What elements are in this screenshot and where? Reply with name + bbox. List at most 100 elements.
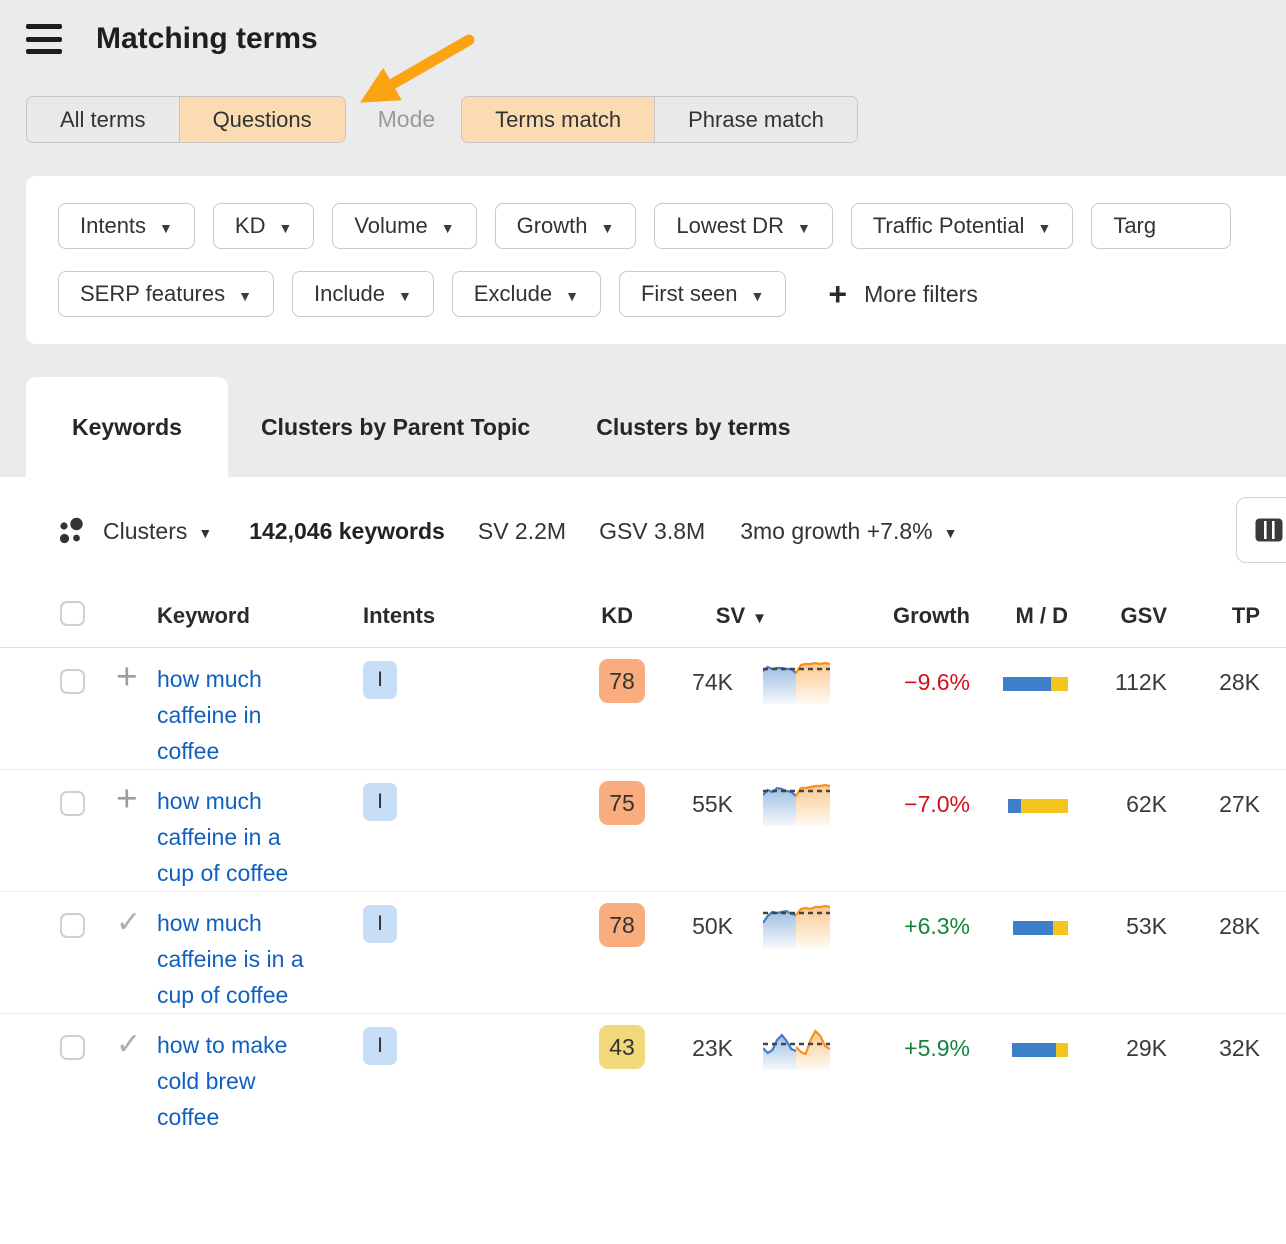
- md-desktop-segment: [1051, 677, 1068, 691]
- sv-value: 74K: [645, 648, 733, 705]
- mobile-desktop-bar: [970, 1014, 1068, 1063]
- mobile-desktop-bar: [970, 648, 1068, 697]
- view-tabs: KeywordsClusters by Parent TopicClusters…: [0, 377, 1286, 477]
- kd-badge: 78: [599, 903, 645, 947]
- md-desktop-segment: [1056, 1043, 1068, 1057]
- clusters-dropdown[interactable]: Clusters ▼: [58, 517, 212, 545]
- chevron-down-icon: ▼: [441, 220, 455, 236]
- keywords-count: 142,046 keywords: [249, 518, 445, 545]
- tp-value: 28K: [1167, 892, 1260, 949]
- row-action-icon[interactable]: ✓: [108, 1014, 157, 1062]
- filter-traffic-potential[interactable]: Traffic Potential▼: [851, 203, 1074, 249]
- filters-row-1: Intents▼ KD▼ Volume▼ Growth▼ Lowest DR▼ Traff…: [26, 203, 1286, 249]
- select-all-checkbox[interactable]: [60, 601, 85, 626]
- term-scope-toggle: All terms Questions: [26, 96, 346, 143]
- filter-growth[interactable]: Growth▼: [495, 203, 637, 249]
- sv-trend-sparkline: [733, 770, 830, 832]
- phrase-match-button[interactable]: Phrase match: [654, 97, 857, 142]
- gsv-total: GSV 3.8M: [599, 518, 705, 545]
- results-panel: Clusters ▼ 142,046 keywords SV 2.2M GSV …: [0, 477, 1286, 1244]
- table-row: + how much caffeine in a cup of coffee I…: [0, 770, 1286, 892]
- tab-keywords[interactable]: Keywords: [26, 377, 228, 477]
- more-filters-button[interactable]: + More filters: [828, 278, 977, 310]
- filter-first-seen[interactable]: First seen▼: [619, 271, 786, 317]
- sv-trend-sparkline: [733, 648, 830, 710]
- chevron-down-icon: ▼: [159, 220, 173, 236]
- growth-summary-dropdown[interactable]: 3mo growth +7.8% ▼: [740, 518, 957, 545]
- filter-kd[interactable]: KD▼: [213, 203, 314, 249]
- table-row: ✓ how to make cold brew coffee I 43 23K …: [0, 1014, 1286, 1135]
- tp-value: 28K: [1167, 648, 1260, 705]
- matching-terms-report: Matching terms All terms Questions Mode …: [0, 0, 1286, 1244]
- row-action-icon[interactable]: +: [108, 648, 157, 692]
- col-kd[interactable]: KD: [448, 603, 645, 629]
- chevron-down-icon: ▼: [601, 220, 615, 236]
- md-mobile-segment: [1013, 921, 1053, 935]
- filter-exclude[interactable]: Exclude▼: [452, 271, 601, 317]
- intent-badge[interactable]: I: [363, 661, 397, 699]
- chevron-down-icon: ▼: [751, 288, 765, 304]
- filter-intents[interactable]: Intents▼: [58, 203, 195, 249]
- table-row: + how much caffeine in coffee I 78 74K −…: [0, 648, 1286, 770]
- sv-trend-sparkline: [733, 892, 830, 954]
- col-md[interactable]: M / D: [970, 603, 1068, 629]
- report-controls: All terms Questions Mode Terms match Phr…: [26, 96, 858, 143]
- keyword-link[interactable]: how much caffeine in a cup of coffee: [157, 770, 309, 891]
- kd-badge: 75: [599, 781, 645, 825]
- keyword-link[interactable]: how much caffeine is in a cup of coffee: [157, 892, 309, 1013]
- chevron-down-icon: ▼: [944, 525, 958, 541]
- chevron-down-icon: ▼: [1037, 220, 1051, 236]
- gsv-value: 112K: [1068, 648, 1167, 705]
- columns-settings-button[interactable]: [1236, 497, 1286, 563]
- row-action-icon[interactable]: ✓: [108, 892, 157, 940]
- sv-trend-sparkline: [733, 1014, 830, 1076]
- table-row: ✓ how much caffeine is in a cup of coffe…: [0, 892, 1286, 1014]
- chevron-down-icon: ▼: [398, 288, 412, 304]
- terms-match-button[interactable]: Terms match: [462, 97, 654, 142]
- questions-button[interactable]: Questions: [179, 97, 345, 142]
- md-mobile-segment: [1008, 799, 1021, 813]
- filter-volume[interactable]: Volume▼: [332, 203, 476, 249]
- mode-label: Mode: [378, 106, 436, 133]
- sort-desc-icon: ▼: [752, 610, 767, 627]
- col-tp[interactable]: TP: [1167, 603, 1260, 629]
- kd-badge: 78: [599, 659, 645, 703]
- gsv-value: 29K: [1068, 1014, 1167, 1071]
- md-mobile-segment: [1003, 677, 1051, 691]
- intent-badge[interactable]: I: [363, 905, 397, 943]
- tab-clusters-by-parent-topic[interactable]: Clusters by Parent Topic: [228, 377, 563, 477]
- keyword-link[interactable]: how much caffeine in coffee: [157, 648, 309, 769]
- md-desktop-segment: [1021, 799, 1068, 813]
- intent-badge[interactable]: I: [363, 1027, 397, 1065]
- row-action-icon[interactable]: +: [108, 770, 157, 814]
- row-checkbox[interactable]: [60, 669, 85, 694]
- filter-lowest-dr[interactable]: Lowest DR▼: [654, 203, 832, 249]
- sv-total: SV 2.2M: [478, 518, 566, 545]
- gsv-value: 53K: [1068, 892, 1167, 949]
- growth-value: +6.3%: [830, 892, 970, 949]
- filter-target[interactable]: Targ: [1091, 203, 1231, 249]
- plus-icon: +: [828, 278, 847, 310]
- all-terms-button[interactable]: All terms: [27, 97, 179, 142]
- col-growth[interactable]: Growth: [830, 603, 970, 629]
- row-checkbox[interactable]: [60, 791, 85, 816]
- row-checkbox[interactable]: [60, 913, 85, 938]
- md-mobile-segment: [1012, 1043, 1056, 1057]
- tp-value: 27K: [1167, 770, 1260, 827]
- tab-clusters-by-terms[interactable]: Clusters by terms: [563, 377, 823, 477]
- row-checkbox[interactable]: [60, 1035, 85, 1060]
- menu-icon[interactable]: [26, 24, 62, 54]
- kd-badge: 43: [599, 1025, 645, 1069]
- match-mode-toggle: Terms match Phrase match: [461, 96, 858, 143]
- keyword-link[interactable]: how to make cold brew coffee: [157, 1014, 309, 1135]
- col-sv-sorted[interactable]: SV▼: [716, 603, 767, 628]
- filter-serp-features[interactable]: SERP features▼: [58, 271, 274, 317]
- col-intents[interactable]: Intents: [363, 603, 448, 629]
- col-keyword[interactable]: Keyword: [157, 603, 363, 629]
- growth-value: −7.0%: [830, 770, 970, 827]
- gsv-value: 62K: [1068, 770, 1167, 827]
- filter-include[interactable]: Include▼: [292, 271, 434, 317]
- col-gsv[interactable]: GSV: [1068, 603, 1167, 629]
- intent-badge[interactable]: I: [363, 783, 397, 821]
- table-header: Keyword Intents KD SV▼ Growth M / D GSV …: [0, 585, 1286, 648]
